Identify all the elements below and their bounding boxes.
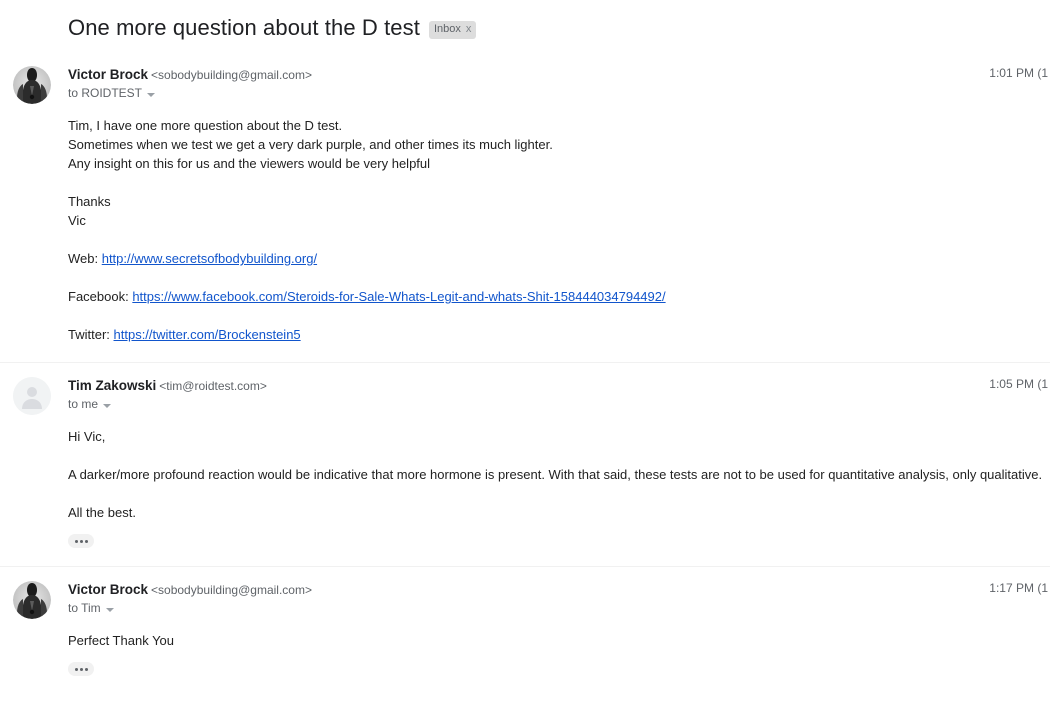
email-thread-view: One more question about the D test Inbox… (0, 0, 1050, 718)
ellipsis-dot (79, 539, 83, 543)
message-3[interactable]: Victor Brock <sobodybuilding@gmail.com> t… (0, 566, 1050, 694)
show-trimmed-content-button[interactable] (68, 534, 94, 548)
ellipsis-dot (84, 667, 88, 671)
ellipsis-dot (84, 539, 88, 543)
web-link[interactable]: http://www.secretsofbodybuilding.org/ (102, 251, 317, 266)
sender-line: Victor Brock <sobodybuilding@gmail.com> (68, 66, 1040, 84)
subject-header: One more question about the D test Inbox… (0, 0, 1050, 52)
message-body: Tim, I have one more question about the … (0, 116, 1050, 344)
facebook-link-line: Facebook: https://www.facebook.com/Stero… (68, 287, 1044, 306)
message-timestamp: 1:01 PM (1 (989, 66, 1048, 80)
sender-name: Victor Brock (68, 67, 149, 82)
chevron-down-icon[interactable] (105, 607, 114, 612)
page-title: One more question about the D test (68, 15, 420, 40)
body-paragraph: Hi Vic, (68, 429, 106, 444)
body-line: Vic (68, 213, 86, 228)
body-paragraph: A darker/more profound reaction would be… (68, 467, 1043, 482)
recipient-label: to ROIDTEST (68, 86, 143, 100)
recipient-label: to Tim (68, 601, 101, 615)
message-1[interactable]: Victor Brock <sobodybuilding@gmail.com> t… (0, 52, 1050, 362)
facebook-link-prefix: Facebook: (68, 289, 133, 304)
message-header: Tim Zakowski <tim@roidtest.com> to me 1:0… (0, 377, 1050, 413)
twitter-link[interactable]: https://twitter.com/Brockenstein5 (114, 327, 301, 342)
ellipsis-dot (74, 667, 78, 671)
message-timestamp: 1:05 PM (1 (989, 377, 1048, 391)
body-line: Tim, I have one more question about the … (68, 118, 343, 133)
chevron-down-icon[interactable] (147, 92, 156, 97)
ellipsis-dot (79, 667, 83, 671)
remove-label-icon[interactable]: x (466, 23, 472, 36)
show-trimmed-content-button[interactable] (68, 662, 94, 676)
twitter-link-prefix: Twitter: (68, 327, 114, 342)
label-chip-inbox[interactable]: Inbox x (428, 21, 477, 39)
message-header: Victor Brock <sobodybuilding@gmail.com> t… (0, 581, 1050, 617)
body-paragraph: Perfect Thank You (68, 633, 175, 648)
sender-email: <tim@roidtest.com> (159, 379, 267, 393)
message-body: Hi Vic, A darker/more profound reaction … (0, 427, 1050, 522)
recipient-label: to me (68, 397, 99, 411)
body-line: Thanks (68, 194, 111, 209)
body-line: Any insight on this for us and the viewe… (68, 156, 431, 171)
body-paragraph: All the best. (68, 505, 136, 520)
body-line: Sometimes when we test we get a very dar… (68, 137, 553, 152)
recipient-line[interactable]: to Tim (68, 600, 1040, 617)
message-timestamp: 1:17 PM (1 (989, 581, 1048, 595)
message-header: Victor Brock <sobodybuilding@gmail.com> t… (0, 66, 1050, 102)
ellipsis-dot (74, 539, 78, 543)
sender-email: <sobodybuilding@gmail.com> (151, 583, 312, 597)
facebook-link[interactable]: https://www.facebook.com/Steroids-for-Sa… (132, 289, 665, 304)
recipient-line[interactable]: to ROIDTEST (68, 85, 1040, 102)
sender-line: Victor Brock <sobodybuilding@gmail.com> (68, 581, 1040, 599)
sender-line: Tim Zakowski <tim@roidtest.com> (68, 377, 1040, 395)
sender-email: <sobodybuilding@gmail.com> (151, 68, 312, 82)
web-link-prefix: Web: (68, 251, 102, 266)
message-2[interactable]: Tim Zakowski <tim@roidtest.com> to me 1:0… (0, 362, 1050, 566)
sender-name: Tim Zakowski (68, 378, 157, 393)
sender-name: Victor Brock (68, 582, 149, 597)
label-chip-label: Inbox (433, 23, 461, 35)
message-body: Perfect Thank You (0, 631, 1050, 650)
web-link-line: Web: http://www.secretsofbodybuilding.or… (68, 249, 1044, 268)
twitter-link-line: Twitter: https://twitter.com/Brockenstei… (68, 325, 1044, 344)
chevron-down-icon[interactable] (103, 403, 112, 408)
recipient-line[interactable]: to me (68, 396, 1040, 413)
